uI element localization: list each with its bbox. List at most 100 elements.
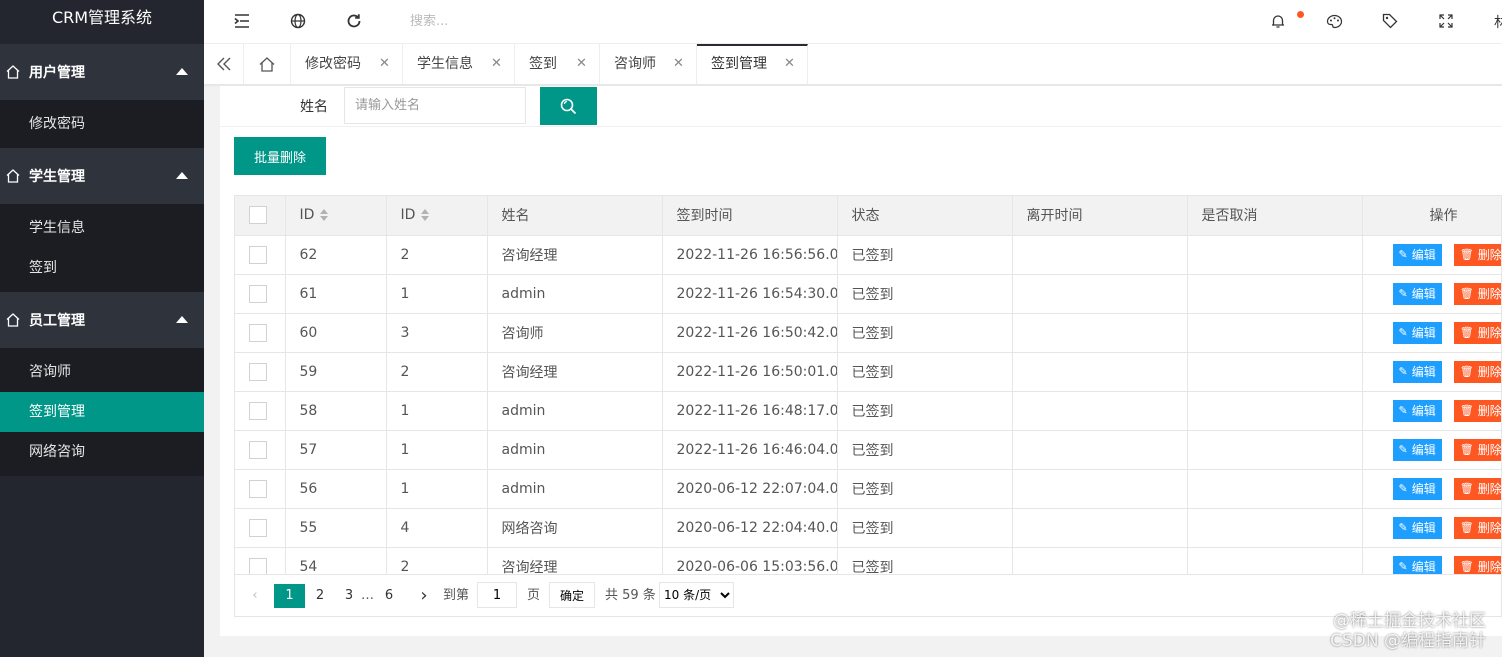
bell-icon[interactable]: [1267, 10, 1289, 32]
edit-button[interactable]: ✎ 编辑: [1392, 282, 1442, 305]
name-filter-label: 姓名: [300, 99, 328, 115]
page-ellipsis: …: [361, 588, 374, 603]
close-icon[interactable]: ✕: [576, 44, 587, 84]
page-button-last[interactable]: 6: [379, 584, 399, 608]
search-button[interactable]: [540, 87, 597, 125]
trash-icon: 🗑: [1459, 326, 1474, 339]
fullscreen-icon[interactable]: [1435, 10, 1457, 32]
pencil-icon: ✎: [1398, 287, 1408, 300]
goto-page-input[interactable]: [477, 582, 517, 608]
row-checkbox[interactable]: [249, 440, 267, 459]
tab[interactable]: 修改密码 ✕: [291, 44, 403, 84]
goto-confirm-button[interactable]: 确定: [549, 582, 595, 608]
main-content: 姓名 批量删除 ID ID 姓名 签到时间 状态 离开时间 是否取消: [220, 86, 1502, 636]
row-checkbox[interactable]: [249, 557, 267, 576]
cell-status: 已签到: [837, 352, 1013, 392]
row-checkbox[interactable]: [249, 362, 267, 381]
select-all-checkbox[interactable]: [249, 206, 267, 225]
edit-button[interactable]: ✎ 编辑: [1392, 477, 1442, 500]
delete-button[interactable]: 🗑 删除: [1453, 360, 1501, 383]
cell-checkin-time: 2022-11-26 16:54:30.0: [662, 274, 838, 314]
prev-page-button[interactable]: ‹: [245, 584, 265, 608]
delete-button[interactable]: 🗑 删除: [1453, 516, 1501, 539]
cell-status: 已签到: [837, 391, 1013, 431]
sort-icon[interactable]: [320, 209, 329, 222]
top-search-input[interactable]: [410, 10, 610, 32]
menu-group-user-management[interactable]: 用户管理: [0, 44, 204, 100]
trash-icon: 🗑: [1459, 560, 1474, 573]
delete-button[interactable]: 🗑 删除: [1453, 438, 1501, 461]
sidebar-item[interactable]: 修改密码: [0, 104, 204, 144]
sidebar-item[interactable]: 签到管理: [0, 392, 204, 432]
delete-button[interactable]: 🗑 删除: [1453, 477, 1501, 500]
page-button-1[interactable]: 1: [274, 584, 305, 608]
sort-icon[interactable]: [421, 209, 430, 222]
refresh-icon[interactable]: [343, 10, 365, 32]
cell-name: 咨询经理: [487, 235, 663, 275]
row-checkbox[interactable]: [249, 284, 267, 303]
delete-button[interactable]: 🗑 删除: [1453, 243, 1501, 266]
cell-id: 58: [285, 391, 387, 431]
close-icon[interactable]: ✕: [784, 46, 795, 82]
cell-actions: ✎ 编辑 🗑 删除: [1362, 313, 1501, 353]
menu-fold-icon[interactable]: [231, 10, 253, 32]
row-checkbox[interactable]: [249, 323, 267, 342]
col-header-user-id[interactable]: ID: [386, 196, 488, 236]
table-row: 57 1 admin 2022-11-26 16:46:04.0 已签到 ✎ 编辑 🗑 删除: [235, 430, 1501, 470]
delete-button[interactable]: 🗑 删除: [1453, 321, 1501, 344]
cell-status: 已签到: [837, 430, 1013, 470]
next-page-button[interactable]: ›: [414, 584, 434, 608]
row-checkbox[interactable]: [249, 518, 267, 537]
cell-cancelled: [1187, 235, 1363, 275]
menu-group-student-management[interactable]: 学生管理: [0, 148, 204, 204]
edit-button[interactable]: ✎ 编辑: [1392, 360, 1442, 383]
sidebar-item[interactable]: 签到: [0, 248, 204, 288]
cell-status: 已签到: [837, 508, 1013, 548]
edit-button[interactable]: ✎ 编辑: [1392, 516, 1442, 539]
tab[interactable]: 学生信息 ✕: [403, 44, 515, 84]
tab[interactable]: 签到管理 ✕: [697, 44, 808, 84]
delete-button[interactable]: 🗑 删除: [1453, 282, 1501, 305]
page-button-2[interactable]: 2: [310, 584, 330, 608]
globe-icon[interactable]: [287, 10, 309, 32]
tabs-scroll-left-icon[interactable]: [204, 44, 244, 84]
cell-name: admin: [487, 430, 663, 470]
delete-button[interactable]: 🗑 删除: [1453, 399, 1501, 422]
sidebar-item[interactable]: 咨询师: [0, 352, 204, 392]
user-menu[interactable]: 林: [1494, 12, 1502, 32]
name-search-input[interactable]: [344, 87, 526, 124]
edit-button[interactable]: ✎ 编辑: [1392, 399, 1442, 422]
row-checkbox[interactable]: [249, 479, 267, 498]
pencil-icon: ✎: [1398, 443, 1408, 456]
row-checkbox[interactable]: [249, 245, 267, 264]
palette-icon[interactable]: [1323, 10, 1345, 32]
sidebar-item[interactable]: 学生信息: [0, 208, 204, 248]
home-tab-icon[interactable]: [244, 44, 291, 84]
tab[interactable]: 签到 ✕: [515, 44, 600, 84]
cell-checkin-time: 2022-11-26 16:56:56.0: [662, 235, 838, 275]
menu-group-staff-management[interactable]: 员工管理: [0, 292, 204, 348]
tab[interactable]: 咨询师 ✕: [600, 44, 697, 84]
edit-button[interactable]: ✎ 编辑: [1392, 438, 1442, 461]
top-bar: 林: [204, 0, 1502, 44]
pencil-icon: ✎: [1398, 560, 1408, 573]
close-icon[interactable]: ✕: [379, 44, 390, 84]
page-size-select[interactable]: 10 条/页: [659, 582, 734, 608]
row-checkbox[interactable]: [249, 401, 267, 420]
edit-button[interactable]: ✎ 编辑: [1392, 321, 1442, 344]
sidebar-item[interactable]: 网络咨询: [0, 432, 204, 472]
col-header-id[interactable]: ID: [285, 196, 387, 236]
close-icon[interactable]: ✕: [491, 44, 502, 84]
col-header-name: 姓名: [487, 196, 663, 236]
trash-icon: 🗑: [1459, 482, 1474, 495]
cell-status: 已签到: [837, 313, 1013, 353]
cell-name: 咨询师: [487, 313, 663, 353]
tag-icon[interactable]: [1379, 10, 1401, 32]
page-button-3[interactable]: 3: [339, 584, 359, 608]
table-row: 62 2 咨询经理 2022-11-26 16:56:56.0 已签到 ✎ 编辑 🗑 删除: [235, 235, 1501, 275]
close-icon[interactable]: ✕: [673, 44, 684, 84]
edit-button[interactable]: ✎ 编辑: [1392, 243, 1442, 266]
tab-label: 修改密码: [305, 56, 361, 72]
cell-user-id: 3: [386, 313, 488, 353]
batch-delete-button[interactable]: 批量删除: [234, 137, 326, 175]
